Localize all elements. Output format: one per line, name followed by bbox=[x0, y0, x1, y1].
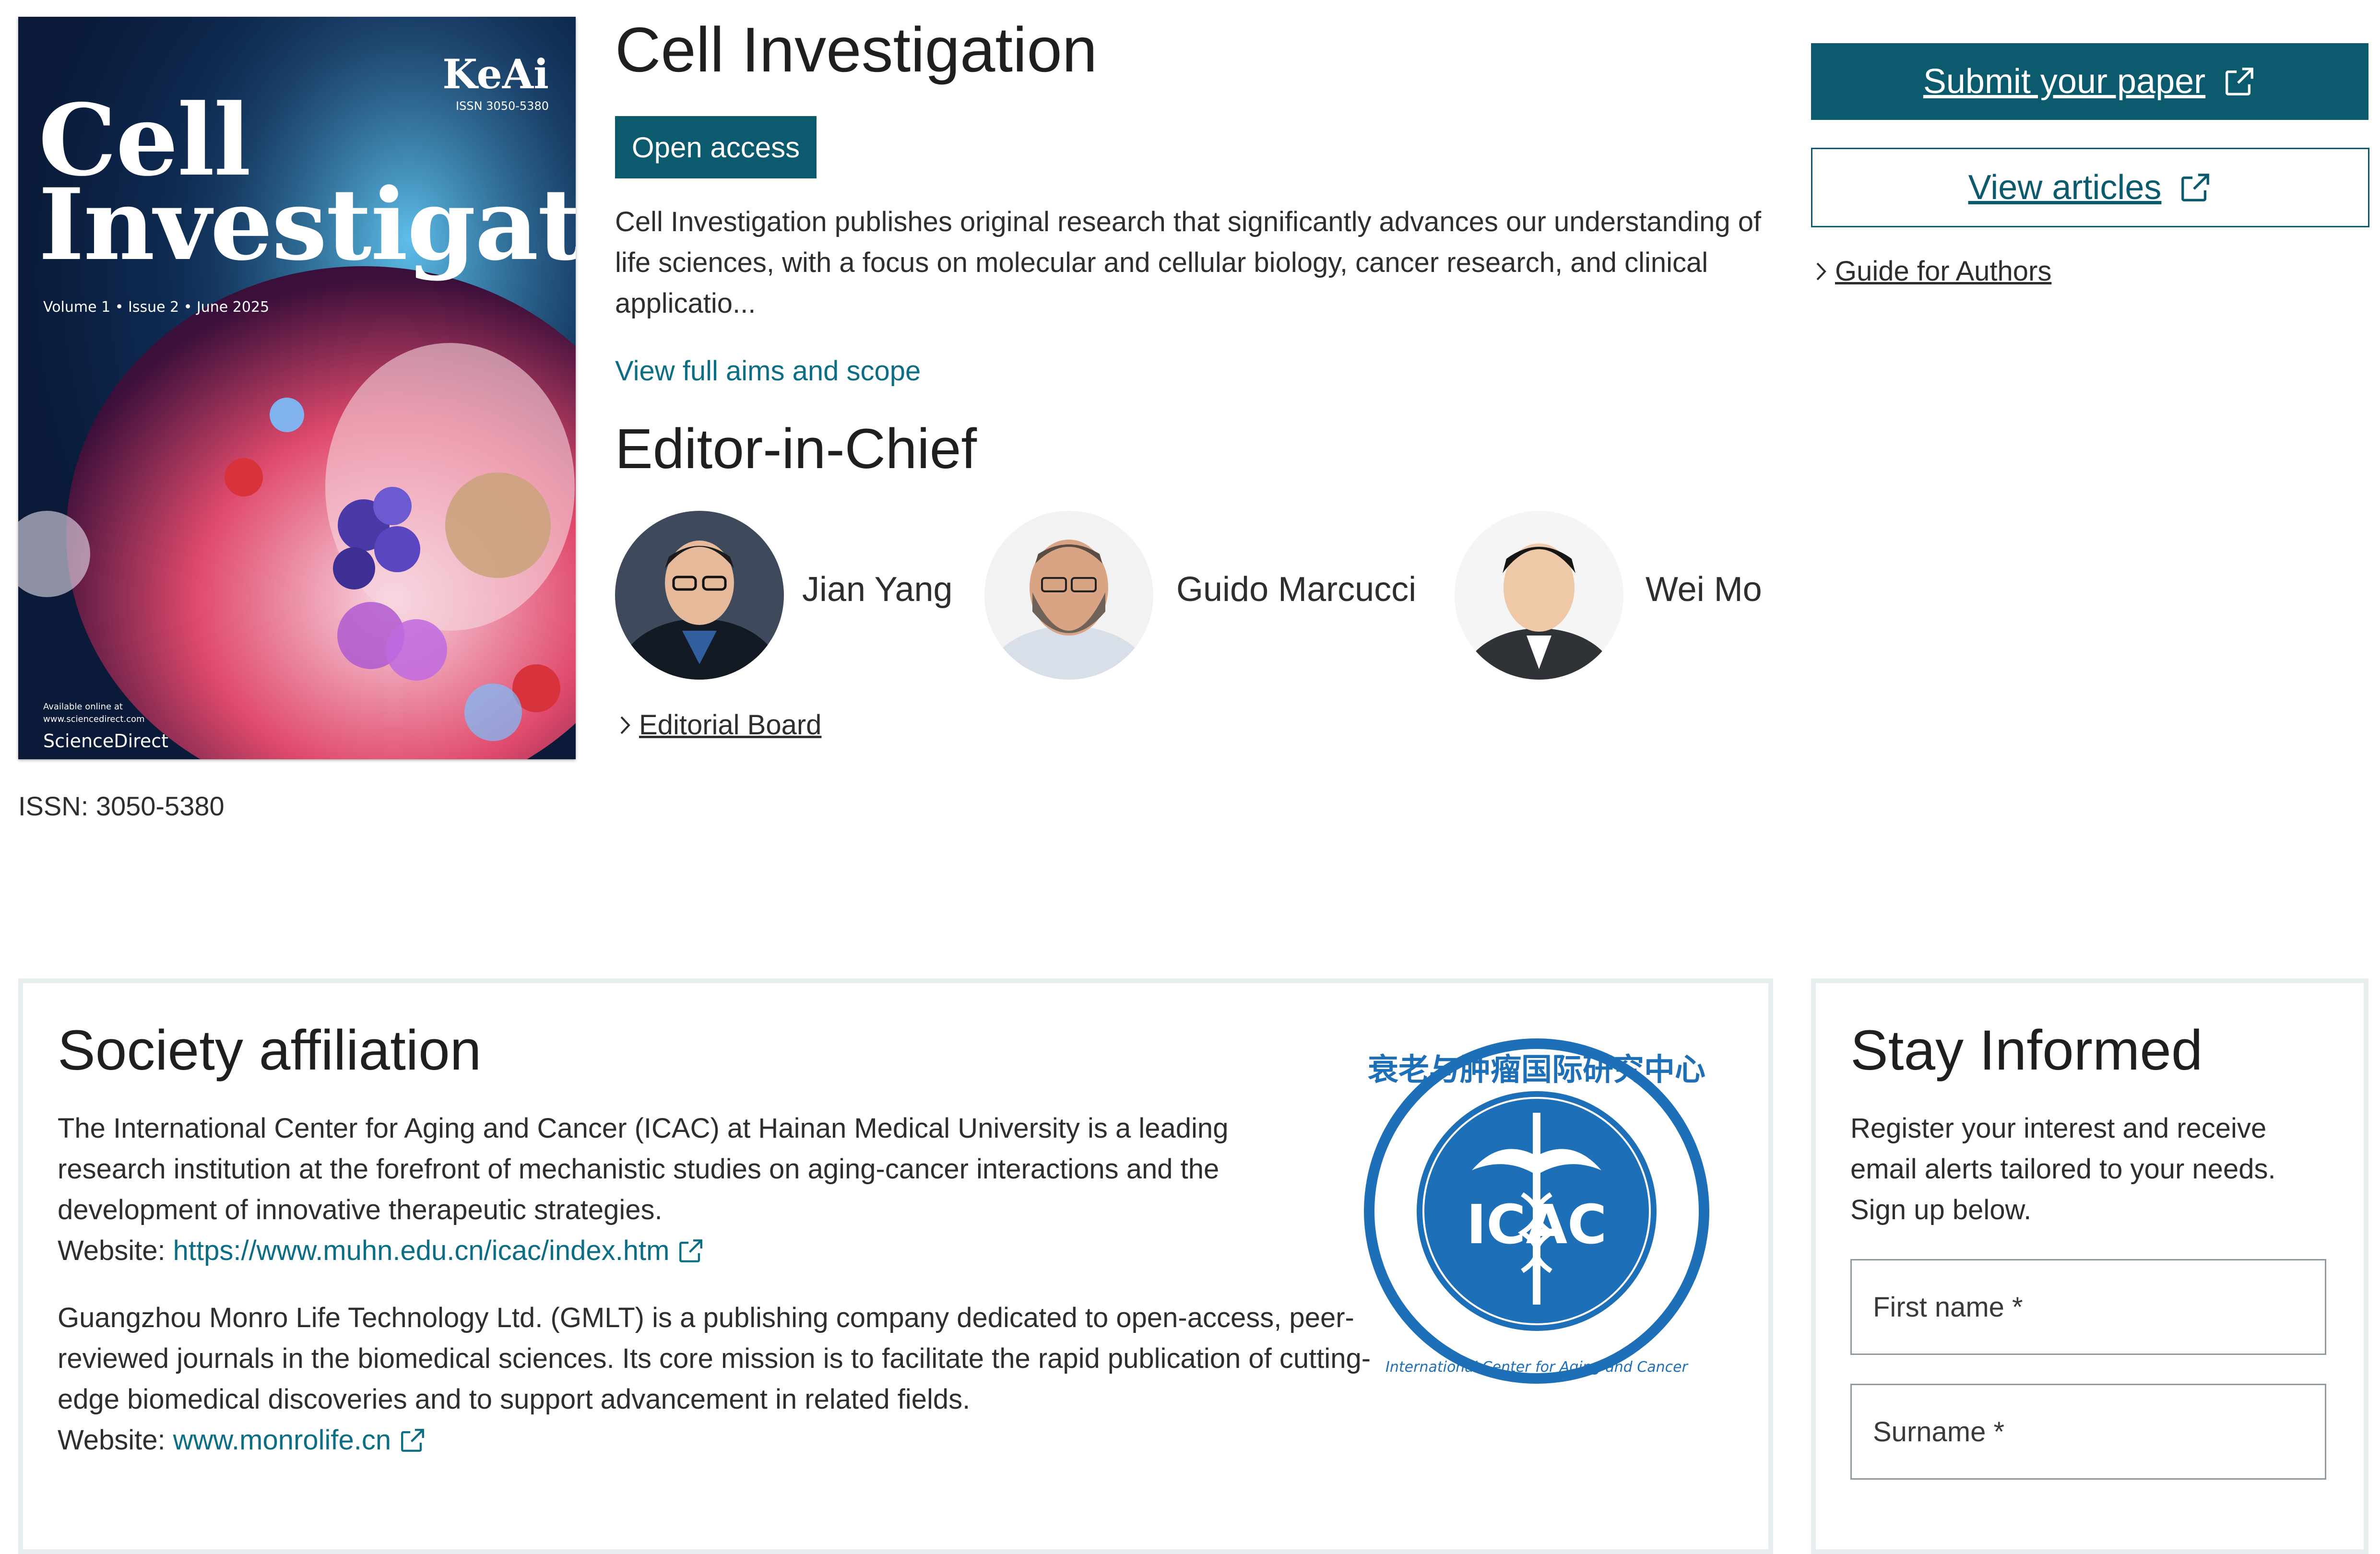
aims-scope-link[interactable]: View full aims and scope bbox=[615, 355, 921, 387]
cover-available-line1: Available online at bbox=[43, 702, 123, 712]
icac-logo: 衰老与肿瘤国际研究中心 ICAC International Center fo… bbox=[1364, 1038, 1709, 1384]
editorial-board-label: Editorial Board bbox=[639, 709, 822, 741]
cover-available: Available online at www.sciencedirect.co… bbox=[43, 701, 145, 726]
logo-english-text: International Center for Aging and Cance… bbox=[1385, 1359, 1689, 1376]
external-link-icon bbox=[2226, 68, 2254, 95]
submit-paper-button[interactable]: Submit your paper bbox=[1811, 43, 2368, 120]
external-link-icon bbox=[679, 1239, 703, 1262]
external-link-icon bbox=[401, 1428, 425, 1452]
society-affiliation-panel: Society affiliation The International Ce… bbox=[18, 978, 1773, 1554]
avatar-jian-yang bbox=[615, 511, 784, 680]
stay-informed-text: Register your interest and receive email… bbox=[1850, 1113, 2276, 1225]
website-label: Website: bbox=[58, 1424, 166, 1456]
editorial-board-link[interactable]: Editorial Board bbox=[620, 709, 821, 741]
view-articles-label: View articles bbox=[1968, 168, 2162, 207]
monrolife-website-link[interactable]: www.monrolife.cn bbox=[173, 1420, 391, 1460]
society-para-2: Guangzhou Monro Life Technology Ltd. (GM… bbox=[58, 1302, 1371, 1415]
editor-name: Jian Yang bbox=[802, 570, 953, 609]
website-label: Website: bbox=[58, 1235, 166, 1266]
cover-volume: Volume 1 • Issue 2 • June 2025 bbox=[43, 299, 270, 316]
editor-name: Wei Mo bbox=[1646, 570, 1762, 609]
stay-informed-heading: Stay Informed bbox=[1850, 1019, 2203, 1082]
guide-for-authors-link[interactable]: Guide for Authors bbox=[1816, 255, 2051, 287]
view-articles-button[interactable]: View articles bbox=[1811, 148, 2369, 227]
editor-in-chief-heading: Editor-in-Chief bbox=[615, 417, 977, 481]
guide-for-authors-label: Guide for Authors bbox=[1835, 256, 2052, 287]
stay-informed-panel: Stay Informed Register your interest and… bbox=[1811, 978, 2368, 1554]
open-access-badge: Open access bbox=[615, 116, 817, 178]
journal-cover: KeAi ISSN 3050-5380 Cell Investigation V… bbox=[18, 17, 576, 759]
external-link-icon bbox=[2181, 174, 2210, 201]
issn: ISSN: 3050-5380 bbox=[18, 791, 225, 821]
submit-paper-label: Submit your paper bbox=[1923, 62, 2206, 101]
society-website-2: Website: www.monrolife.cn bbox=[58, 1420, 426, 1460]
cover-title-line2: Investigation bbox=[38, 167, 576, 283]
surname-field[interactable]: Surname * bbox=[1850, 1384, 2326, 1480]
chevron-right-icon bbox=[620, 716, 630, 734]
cover-title: Cell Investigation bbox=[38, 92, 576, 283]
first-name-field[interactable]: First name * bbox=[1850, 1259, 2326, 1355]
avatar-wei-mo bbox=[1455, 511, 1623, 680]
chevron-right-icon bbox=[1816, 262, 1826, 280]
cover-brand: KeAi bbox=[442, 50, 549, 98]
editor-name: Guido Marcucci bbox=[1176, 570, 1417, 609]
logo-chinese-text: 衰老与肿瘤国际研究中心 bbox=[1368, 1052, 1705, 1088]
avatar-guido-marcucci bbox=[984, 511, 1153, 680]
cover-available-line2: www.sciencedirect.com bbox=[43, 714, 145, 724]
icac-website-link[interactable]: https://www.muhn.edu.cn/icac/index.htm bbox=[173, 1230, 670, 1271]
society-website-1: Website: https://www.muhn.edu.cn/icac/in… bbox=[58, 1230, 705, 1271]
society-para-1: The International Center for Aging and C… bbox=[58, 1113, 1229, 1225]
society-heading: Society affiliation bbox=[58, 1019, 482, 1082]
cover-publisher: ScienceDirect bbox=[43, 730, 169, 752]
journal-title: Cell Investigation bbox=[615, 14, 1098, 85]
journal-description: Cell Investigation publishes original re… bbox=[615, 206, 1762, 319]
